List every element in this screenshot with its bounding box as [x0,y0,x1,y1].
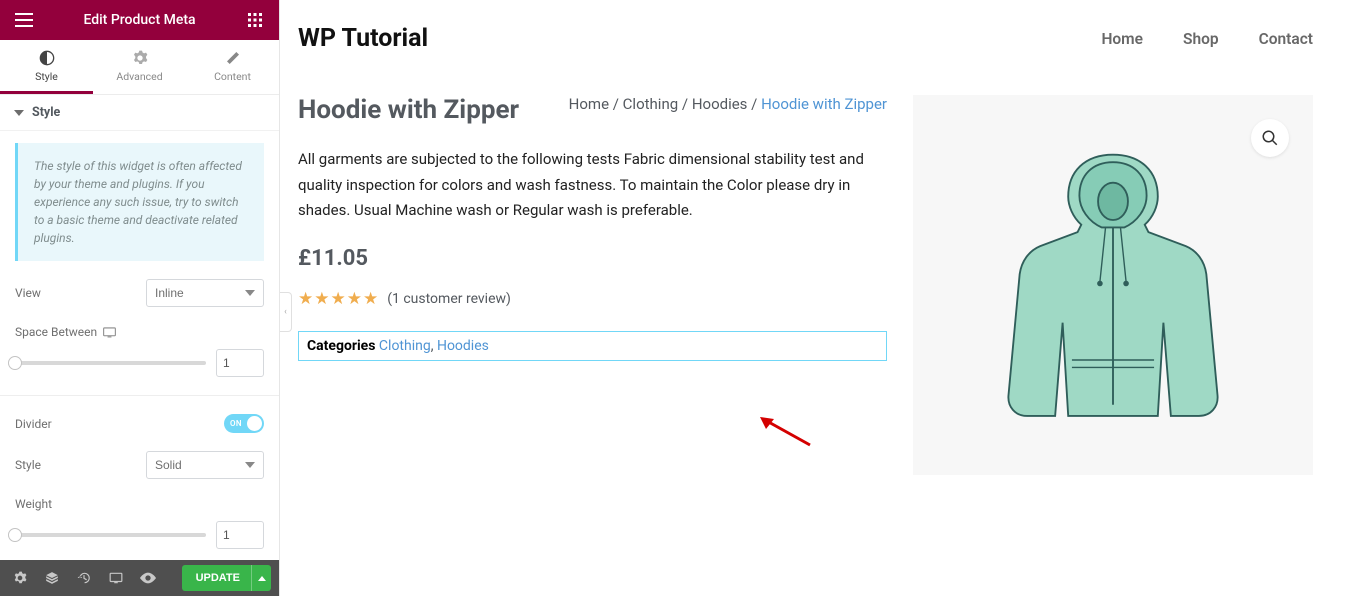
tab-label: Advanced [116,70,162,83]
caret-down-icon [14,108,24,118]
review-count[interactable]: (1 customer review) [387,291,511,307]
crumb-clothing[interactable]: Clothing [623,95,679,113]
weight-value[interactable] [216,521,264,549]
crumb-current[interactable]: Hoodie with Zipper [761,95,887,113]
meta-label: Categories [307,338,375,354]
tab-label: Content [214,70,251,83]
space-label: Space Between [15,325,116,339]
update-options[interactable] [251,565,271,591]
responsive-icon[interactable] [103,326,116,339]
control-view: View Inline [15,279,264,307]
product-image [973,136,1253,435]
section-title: Style [32,105,60,120]
nav-shop[interactable]: Shop [1183,30,1219,48]
sidebar-header: Edit Product Meta [0,0,279,40]
view-label: View [15,286,41,300]
tab-label: Style [35,70,58,83]
product-title: Hoodie with Zipper [298,95,519,125]
product-description: All garments are subjected to the follow… [298,147,887,224]
space-value[interactable] [216,349,264,377]
control-style: Style Solid [15,451,264,479]
product-area: Hoodie with Zipper Home / Clothing / Hoo… [298,95,1313,475]
crumb-hoodies[interactable]: Hoodies [692,95,748,113]
space-slider[interactable] [15,361,206,365]
weight-label: Weight [15,497,52,511]
meta-link-hoodies[interactable]: Hoodies [437,338,489,354]
sidebar-footer: UPDATE [0,560,279,596]
preview-icon[interactable] [132,560,164,596]
star-icons: ★★★★★ [298,289,379,309]
section-toggle-style[interactable]: Style [0,95,279,131]
tab-content[interactable]: Content [186,40,279,94]
hamburger-icon[interactable] [12,8,36,32]
weight-slider[interactable] [15,533,206,537]
tab-style[interactable]: Style [0,40,93,94]
breadcrumb: Home / Clothing / Hoodies / Hoodie with … [569,95,887,113]
style-label: Style [15,458,41,472]
product-head: Hoodie with Zipper Home / Clothing / Hoo… [298,95,887,125]
style-select[interactable]: Solid [146,451,264,479]
product-price: £11.05 [298,246,887,271]
responsive-icon[interactable] [100,560,132,596]
meta-link-clothing[interactable]: Clothing [379,338,431,354]
space-slider-row [15,349,264,377]
site-header: WP Tutorial Home Shop Contact [298,24,1313,53]
nav-contact[interactable]: Contact [1259,30,1313,48]
view-select[interactable]: Inline [146,279,264,307]
history-icon[interactable] [68,560,100,596]
control-divider: Divider ON [15,414,264,433]
site-title: WP Tutorial [298,24,428,53]
style-notice: The style of this widget is often affect… [15,143,264,261]
product-info: Hoodie with Zipper Home / Clothing / Hoo… [298,95,887,475]
settings-icon[interactable] [4,560,36,596]
style-panel: The style of this widget is often affect… [0,131,279,560]
preview-canvas: WP Tutorial Home Shop Contact Hoodie wit… [280,0,1345,596]
navigator-icon[interactable] [36,560,68,596]
zoom-icon[interactable] [1251,119,1289,157]
nav-home[interactable]: Home [1101,30,1143,48]
update-button[interactable]: UPDATE [182,565,254,591]
tab-advanced[interactable]: Advanced [93,40,186,94]
divider-toggle[interactable]: ON [224,414,264,433]
product-meta-categories[interactable]: Categories Clothing, Hoodies [298,331,887,361]
rating-row: ★★★★★ (1 customer review) [298,289,887,309]
panel-title: Edit Product Meta [83,12,195,28]
weight-slider-row [15,521,264,549]
editor-sidebar: Edit Product Meta Style Advanced Content… [0,0,280,596]
panel-tabs: Style Advanced Content [0,40,279,95]
product-gallery [913,95,1313,475]
nav-links: Home Shop Contact [1101,30,1313,48]
control-weight: Weight [15,497,264,511]
control-space: Space Between [15,325,264,339]
panel-body: Style The style of this widget is often … [0,95,279,560]
divider-label: Divider [15,417,52,431]
crumb-home[interactable]: Home [569,95,609,113]
apps-icon[interactable] [243,8,267,32]
